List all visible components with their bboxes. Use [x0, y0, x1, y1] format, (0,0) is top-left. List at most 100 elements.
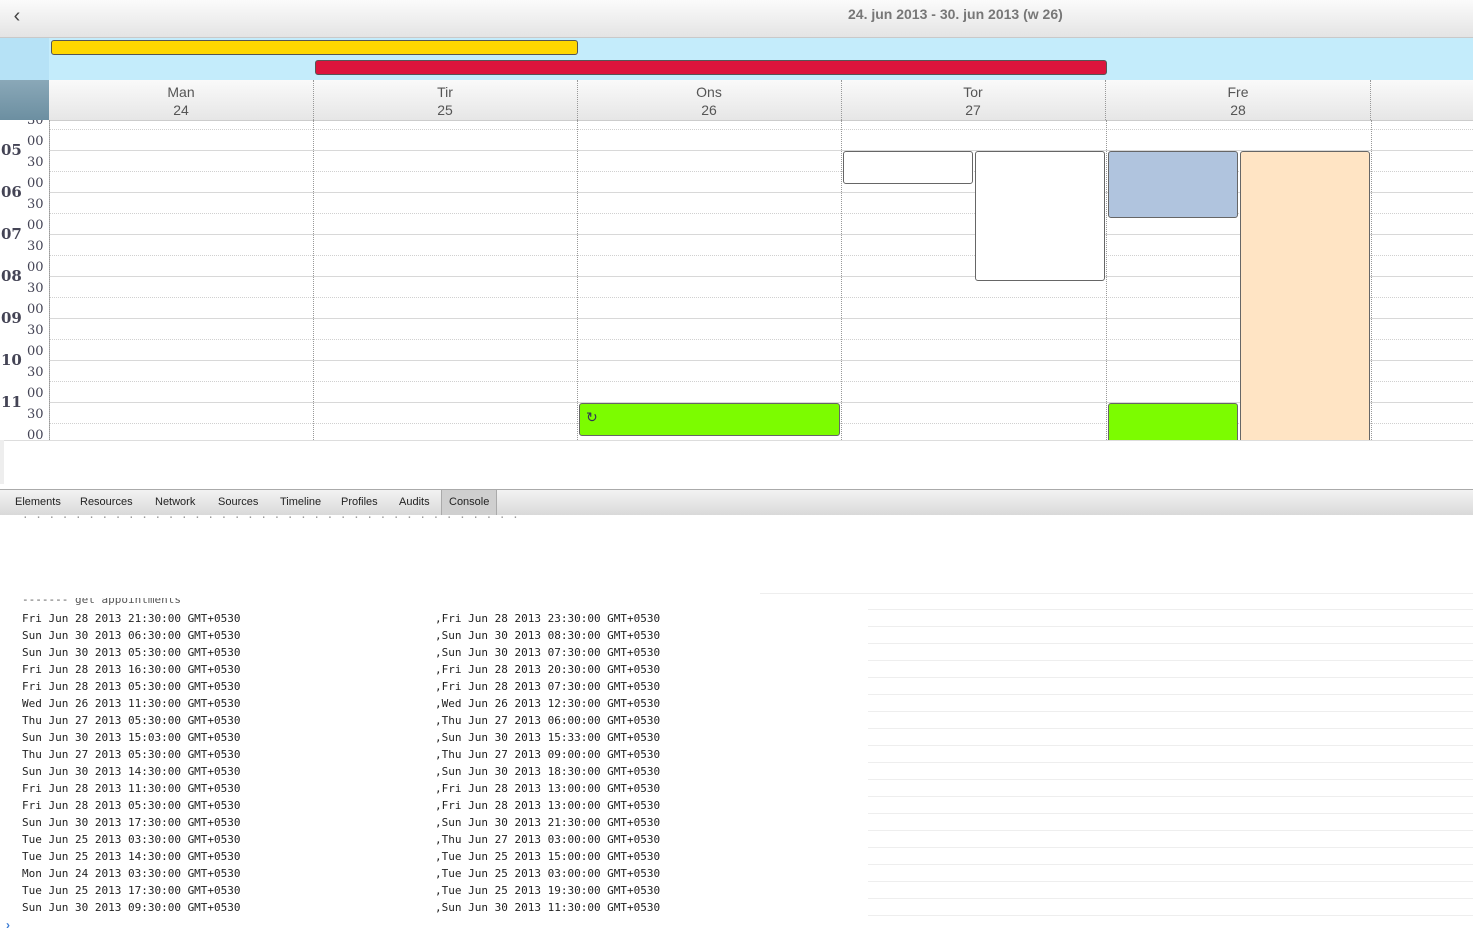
day-number: 25 — [437, 102, 453, 118]
console-row-divider — [868, 660, 1473, 661]
console-log-end: ,Fri Jun 28 2013 13:00:00 GMT+0530 — [435, 782, 661, 795]
minute-label: 00 — [27, 344, 44, 359]
footer-edge — [0, 440, 4, 484]
tab-timeline[interactable]: Timeline — [273, 490, 328, 515]
console-log-start: Wed Jun 26 2013 11:30:00 GMT+0530 — [22, 697, 241, 710]
devtools-tab-bar: Elements Resources Network Sources Timeline P… — [0, 489, 1473, 516]
console-row-divider — [868, 796, 1473, 797]
hour-label: 07 — [1, 225, 22, 243]
minute-label: 00 — [27, 176, 44, 191]
console-row-divider — [868, 728, 1473, 729]
all-day-event[interactable] — [51, 40, 578, 55]
console-log-end: ,Tue Jun 25 2013 15:00:00 GMT+0530 — [435, 850, 661, 863]
console-prompt-icon[interactable]: › — [6, 918, 10, 932]
minute-label: 00 — [27, 134, 44, 149]
console-row-divider — [868, 745, 1473, 746]
console-row-divider — [868, 694, 1473, 695]
console-panel[interactable]: · · · · · · · · · · · · · · · · · · · · … — [0, 515, 1473, 950]
appointment-ons[interactable]: ↻ — [579, 403, 840, 436]
console-log-start: Sun Jun 30 2013 17:30:00 GMT+0530 — [22, 816, 241, 829]
console-log-end: ,Thu Jun 27 2013 09:00:00 GMT+0530 — [435, 748, 661, 761]
hour-label: 11 — [1, 393, 22, 411]
minute-label: 30 — [27, 365, 44, 380]
tab-resources[interactable]: Resources — [73, 490, 140, 515]
hour-label-partial — [1, 433, 25, 440]
console-row-divider — [868, 762, 1473, 763]
hour-label: 06 — [1, 183, 22, 201]
day-header-ons[interactable]: Ons 26 — [577, 80, 842, 120]
console-row-divider — [868, 813, 1473, 814]
appointment-fre[interactable] — [1108, 403, 1238, 440]
minute-label: 00 — [27, 260, 44, 275]
console-log-start: Tue Jun 25 2013 03:30:00 GMT+0530 — [22, 833, 241, 846]
console-log-start: Sun Jun 30 2013 06:30:00 GMT+0530 — [22, 629, 241, 642]
day-header-fre[interactable]: Fre 28 — [1106, 80, 1371, 120]
console-log-start: Tue Jun 25 2013 14:30:00 GMT+0530 — [22, 850, 241, 863]
day-column-divider — [841, 120, 842, 440]
console-row-divider — [868, 898, 1473, 899]
console-log-end: ,Thu Jun 27 2013 06:00:00 GMT+0530 — [435, 714, 661, 727]
console-log-start: Fri Jun 28 2013 21:30:00 GMT+0530 — [22, 612, 241, 625]
day-header-row: Man 24 Tir 25 Ons 26 Tor 27 Fre 28 — [49, 80, 1473, 121]
console-row-divider — [868, 830, 1473, 831]
week-range-title: 24. jun 2013 - 30. jun 2013 (w 26) — [848, 6, 1063, 22]
hour-label: 05 — [1, 141, 22, 159]
minute-label: 30 — [27, 197, 44, 212]
console-divider — [760, 593, 1473, 594]
console-row-divider — [868, 643, 1473, 644]
appointment-fre[interactable] — [1108, 151, 1238, 218]
console-log-end: ,Sun Jun 30 2013 07:30:00 GMT+0530 — [435, 646, 661, 659]
console-log-end: ,Tue Jun 25 2013 03:00:00 GMT+0530 — [435, 867, 661, 880]
console-log-end: ,Tue Jun 25 2013 19:30:00 GMT+0530 — [435, 884, 661, 897]
minute-label: 00 — [27, 386, 44, 401]
console-log-start: Sun Jun 30 2013 05:30:00 GMT+0530 — [22, 646, 241, 659]
tab-elements[interactable]: Elements — [8, 490, 68, 515]
console-log-end: ,Fri Jun 28 2013 07:30:00 GMT+0530 — [435, 680, 661, 693]
console-row-divider — [868, 864, 1473, 865]
tab-audits[interactable]: Audits — [392, 490, 437, 515]
tab-sources[interactable]: Sources — [211, 490, 265, 515]
all-day-gutter — [0, 38, 49, 80]
console-log-start: Sun Jun 30 2013 15:03:00 GMT+0530 — [22, 731, 241, 744]
console-log-start: Mon Jun 24 2013 03:30:00 GMT+0530 — [22, 867, 241, 880]
console-log-end: ,Sun Jun 30 2013 21:30:00 GMT+0530 — [435, 816, 661, 829]
tab-profiles[interactable]: Profiles — [334, 490, 385, 515]
day-header-man[interactable]: Man 24 — [49, 80, 314, 120]
hour-label: 08 — [1, 267, 22, 285]
day-column-divider — [1106, 120, 1107, 440]
day-name: Ons — [696, 84, 722, 100]
console-log-end: ,Sun Jun 30 2013 18:30:00 GMT+0530 — [435, 765, 661, 778]
tab-network[interactable]: Network — [148, 490, 202, 515]
console-row-divider — [868, 677, 1473, 678]
day-number: 28 — [1230, 102, 1246, 118]
minute-label: 30 — [27, 155, 44, 170]
day-column-divider — [1371, 120, 1372, 440]
day-header-tor[interactable]: Tor 27 — [841, 80, 1106, 120]
console-log-end: ,Sun Jun 30 2013 08:30:00 GMT+0530 — [435, 629, 661, 642]
day-header-tir[interactable]: Tir 25 — [313, 80, 578, 120]
time-grid: 30 00 30 00 30 00 30 00 30 00 30 00 30 00 30 00 05 06 07 08… — [0, 120, 1473, 440]
all-day-event[interactable] — [315, 60, 1107, 75]
minute-label: 30 — [27, 281, 44, 296]
day-column-divider — [313, 120, 314, 440]
appointment-tor[interactable] — [975, 151, 1105, 281]
appointment-fre[interactable] — [1240, 151, 1370, 440]
console-row-divider — [868, 626, 1473, 627]
minute-label: 30 — [27, 407, 44, 422]
console-row-divider — [868, 609, 1473, 610]
console-log-start: Thu Jun 27 2013 05:30:00 GMT+0530 — [22, 714, 241, 727]
minute-label: 30 — [27, 239, 44, 254]
console-log-start: Fri Jun 28 2013 05:30:00 GMT+0530 — [22, 680, 241, 693]
console-log-start: Sun Jun 30 2013 14:30:00 GMT+0530 — [22, 765, 241, 778]
tab-console[interactable]: Console — [441, 490, 498, 515]
console-log-start: Thu Jun 27 2013 05:30:00 GMT+0530 — [22, 748, 241, 761]
day-column-divider — [577, 120, 578, 440]
chevron-left-icon: ‹ — [13, 5, 21, 27]
hour-label: 10 — [1, 351, 22, 369]
console-log-end: ,Fri Jun 28 2013 23:30:00 GMT+0530 — [435, 612, 661, 625]
console-row-divider — [868, 779, 1473, 780]
appointment-tor[interactable] — [843, 151, 973, 184]
back-button[interactable]: ‹ — [6, 6, 28, 28]
grid-line — [49, 129, 1473, 130]
day-name: Man — [167, 84, 195, 100]
